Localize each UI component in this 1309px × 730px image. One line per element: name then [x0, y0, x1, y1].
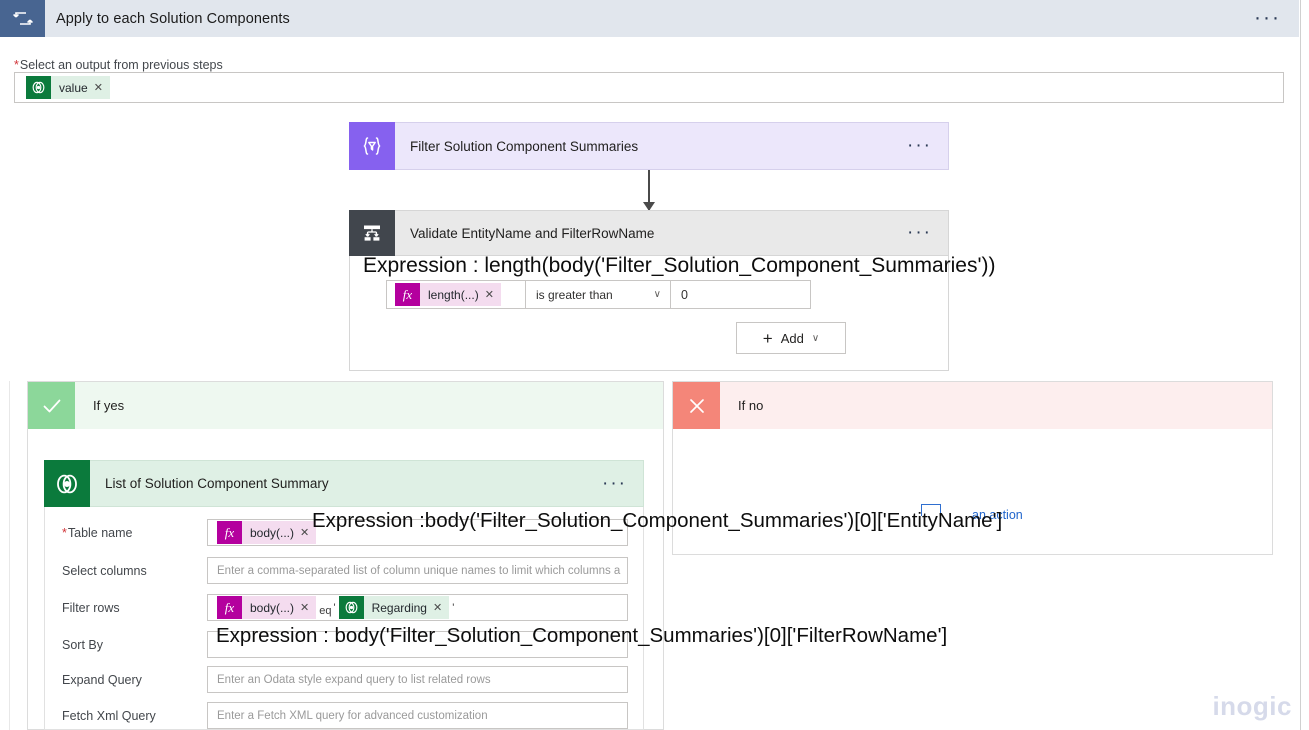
- value-token-remove[interactable]: ✕: [94, 81, 103, 94]
- foreach-menu-button[interactable]: ···: [1254, 7, 1281, 28]
- table-name-token[interactable]: fx body(...) ✕: [217, 521, 317, 544]
- regarding-token[interactable]: Regarding ✕: [338, 596, 450, 619]
- select-columns-input[interactable]: Enter a comma-separated list of column u…: [207, 557, 628, 584]
- chevron-down-icon: ∨: [653, 289, 661, 300]
- value-token-label: value: [59, 80, 88, 95]
- expand-query-placeholder: Enter an Odata style expand query to lis…: [217, 673, 491, 686]
- filter-card-title: Filter Solution Component Summaries: [410, 138, 639, 154]
- sort-by-label: Sort By: [62, 637, 103, 652]
- fx-glyph: fx: [224, 599, 235, 615]
- dataverse-icon: [44, 460, 90, 507]
- condition-row: fx length(...) ✕ is greater than ∨ 0: [386, 280, 811, 309]
- fx-glyph: fx: [224, 524, 235, 540]
- filter-rows-quote-open: ': [333, 601, 336, 614]
- condition-icon: [349, 210, 395, 256]
- action-card-list-of-solution-component-summary[interactable]: List of Solution Component Summary ···: [44, 460, 644, 507]
- length-token-remove[interactable]: ✕: [485, 288, 494, 301]
- annotation-table-name-expression: Expression :body('Filter_Solution_Compon…: [312, 509, 1003, 532]
- filter-rows-label: Filter rows: [62, 600, 120, 615]
- form-row-expand-query: Expand Query Enter an Odata style expand…: [62, 666, 628, 693]
- condition-add-label: Add: [780, 330, 804, 346]
- fx-icon: fx: [217, 521, 242, 544]
- condition-right-operand-input[interactable]: 0: [671, 280, 811, 309]
- condition-card-menu-button[interactable]: ···: [907, 223, 932, 242]
- regarding-token-body: Regarding ✕: [363, 596, 450, 619]
- filter-card-bar[interactable]: Filter Solution Component Summaries ···: [395, 122, 949, 170]
- annotation-condition-expression: Expression : length(body('Filter_Solutio…: [363, 254, 996, 277]
- required-marker: *: [14, 58, 19, 72]
- table-name-token-body: body(...) ✕: [242, 521, 317, 544]
- inogic-watermark: inogic: [1212, 691, 1292, 721]
- fx-icon: fx: [217, 596, 242, 619]
- select-output-input[interactable]: value ✕: [14, 72, 1284, 103]
- regarding-token-remove[interactable]: ✕: [433, 601, 442, 614]
- form-row-fetch-xml-query: Fetch Xml Query Enter a Fetch XML query …: [62, 702, 628, 729]
- table-name-label: *Table name: [62, 526, 207, 540]
- filter-rows-token-body-expr[interactable]: fx body(...) ✕: [217, 596, 317, 619]
- if-yes-label: If yes: [93, 398, 125, 413]
- filter-rows-quote-close: ': [452, 601, 455, 614]
- condition-card-bar[interactable]: Validate EntityName and FilterRowName ··…: [395, 210, 949, 256]
- loop-icon: [0, 0, 45, 37]
- filter-rows-token-body: body(...) ✕: [242, 596, 317, 619]
- select-output-label-text: Select an output from previous steps: [19, 58, 223, 72]
- select-columns-label: Select columns: [62, 563, 147, 578]
- condition-operator-select[interactable]: is greater than ∨: [526, 280, 671, 309]
- flow-connector-arrow: [643, 170, 655, 211]
- condition-operator-value: is greater than: [536, 287, 613, 302]
- value-token[interactable]: value ✕: [26, 76, 110, 99]
- dataverse-icon: [338, 596, 364, 619]
- condition-add-button[interactable]: + Add ∨: [736, 322, 846, 354]
- dataverse-card-bar[interactable]: List of Solution Component Summary ···: [90, 460, 644, 507]
- filter-rows-token-remove[interactable]: ✕: [300, 601, 309, 614]
- length-token-label: length(...): [428, 287, 479, 302]
- fx-icon: fx: [395, 283, 420, 306]
- page-title: Apply to each Solution Components: [56, 10, 290, 27]
- dataverse-card-title: List of Solution Component Summary: [105, 476, 329, 491]
- fetch-xml-query-input[interactable]: Enter a Fetch XML query for advanced cus…: [207, 702, 628, 729]
- fetch-xml-query-placeholder: Enter a Fetch XML query for advanced cus…: [217, 709, 488, 722]
- value-token-body: value ✕: [51, 76, 110, 99]
- length-expression-token[interactable]: fx length(...) ✕: [395, 283, 501, 306]
- fx-glyph: fx: [402, 286, 413, 302]
- close-x-icon: [673, 382, 720, 429]
- length-token-body: length(...) ✕: [420, 283, 501, 306]
- form-row-select-columns: Select columns Enter a comma-separated l…: [62, 557, 628, 584]
- plus-icon: +: [762, 328, 773, 348]
- select-columns-placeholder: Enter a comma-separated list of column u…: [217, 564, 621, 577]
- expand-query-label: Expand Query: [62, 672, 142, 687]
- table-name-token-remove[interactable]: ✕: [300, 526, 309, 539]
- condition-left-operand-input[interactable]: fx length(...) ✕: [386, 280, 526, 309]
- action-card-filter-solution-component-summaries[interactable]: Filter Solution Component Summaries ···: [349, 122, 949, 170]
- fetch-xml-query-label: Fetch Xml Query: [62, 708, 156, 723]
- filter-rows-operator-text: eq: [319, 605, 332, 617]
- condition-card-title: Validate EntityName and FilterRowName: [410, 225, 655, 241]
- select-output-label: *Select an output from previous steps: [14, 58, 223, 72]
- filter-rows-token-label: body(...): [250, 600, 295, 615]
- branch-left-rule: [9, 381, 10, 730]
- dataverse-action-form: *Table name fx body(...) ✕ Select column…: [44, 507, 644, 730]
- dataverse-icon: [26, 76, 51, 99]
- required-marker: *: [62, 525, 67, 540]
- foreach-titlebar[interactable]: Apply to each Solution Components ···: [0, 0, 1299, 37]
- table-name-token-label: body(...): [250, 525, 295, 540]
- dataverse-card-menu-button[interactable]: ···: [602, 474, 627, 493]
- annotation-sort-by-expression: Expression : body('Filter_Solution_Compo…: [216, 624, 948, 647]
- chevron-down-icon: ∨: [811, 332, 820, 344]
- right-edge-rule: [1300, 0, 1301, 730]
- if-yes-header: If yes: [28, 382, 663, 429]
- flow-designer-canvas: Apply to each Solution Components ··· *S…: [0, 0, 1309, 730]
- if-no-header: If no: [673, 382, 1272, 429]
- form-row-filter-rows: Filter rows fx body(...) ✕ eq ' Regardin…: [62, 594, 628, 621]
- filter-rows-input[interactable]: fx body(...) ✕ eq ' Regarding ✕ ': [207, 594, 628, 621]
- if-no-label: If no: [738, 398, 764, 413]
- filter-array-icon: [349, 122, 395, 170]
- table-name-label-text: Table name: [67, 525, 133, 540]
- regarding-token-label: Regarding: [371, 600, 427, 615]
- action-card-validate-entityname-and-filterrowname[interactable]: Validate EntityName and FilterRowName ··…: [349, 210, 949, 256]
- filter-card-menu-button[interactable]: ···: [907, 136, 932, 155]
- checkmark-icon: [28, 382, 75, 429]
- expand-query-input[interactable]: Enter an Odata style expand query to lis…: [207, 666, 628, 693]
